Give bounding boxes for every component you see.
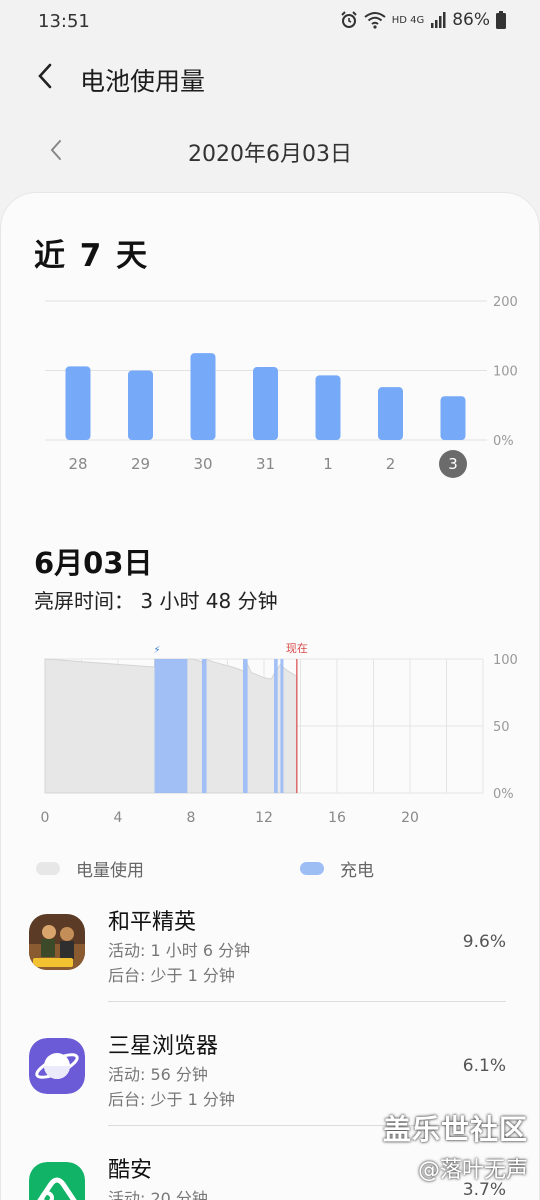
status-icons: HD 4G 86% xyxy=(340,10,506,30)
x-tick-label: 12 xyxy=(255,810,273,826)
y-tick-label: 0% xyxy=(493,787,514,802)
x-tick-label: 16 xyxy=(328,810,346,826)
coolapk-icon xyxy=(29,1162,85,1200)
charging-bolt-icon: ⚡ xyxy=(154,645,161,656)
bar-31 xyxy=(253,367,278,440)
battery-icon xyxy=(496,11,506,29)
app-name: 酷安 xyxy=(108,1158,153,1183)
wifi-icon xyxy=(364,12,386,29)
battery-percent: 86% xyxy=(452,10,490,30)
app-active-time: 活动: 56 分钟 xyxy=(108,1065,208,1084)
y-tick-label: 100 xyxy=(493,653,518,668)
day-title: 6月03日 xyxy=(34,546,153,580)
app-active-time: 活动: 20 分钟 xyxy=(108,1189,208,1200)
app-item-peace-elite[interactable]: 和平精英 活动: 1 小时 6 分钟 后台: 少于 1 分钟 9.6% xyxy=(0,878,540,1002)
app-percent: 9.6% xyxy=(462,932,506,952)
x-tick-label: 20 xyxy=(401,810,419,826)
weekly-usage-chart: 200 100 0% 28 29 30 31 1 2 3 xyxy=(45,295,518,478)
bar-3 xyxy=(440,396,466,440)
status-time: 13:51 xyxy=(38,11,90,32)
charging-interval xyxy=(154,659,188,793)
date-navigator: 2020年6月03日 xyxy=(0,128,540,172)
y-tick-label: 100 xyxy=(493,365,518,380)
app-background-time: 后台: 少于 1 分钟 xyxy=(108,1090,235,1109)
legend-charge-label: 充电 xyxy=(340,860,374,881)
watermark: 盖乐世社区 @落叶无声 xyxy=(383,1108,528,1184)
charging-interval xyxy=(243,659,248,793)
status-bar: 13:51 HD 4G 86% xyxy=(0,0,540,44)
planet-icon xyxy=(29,1038,85,1094)
charge-swatch xyxy=(300,861,324,875)
x-tick-label: 1 xyxy=(323,455,333,473)
app-name: 三星浏览器 xyxy=(108,1034,219,1059)
x-tick-label: 4 xyxy=(114,810,123,826)
week-title: 近 7 天 xyxy=(34,238,150,274)
app-active-time: 活动: 1 小时 6 分钟 xyxy=(108,941,251,960)
selected-date: 2020年6月03日 xyxy=(188,142,352,167)
x-tick-label: 28 xyxy=(68,455,87,473)
charging-interval xyxy=(280,659,284,793)
charging-interval xyxy=(274,659,278,793)
bar-1 xyxy=(315,375,341,440)
charging-interval xyxy=(201,659,207,793)
x-tick-label: 3 xyxy=(448,455,458,473)
y-tick-label: 0% xyxy=(493,434,514,449)
x-tick-label: 8 xyxy=(187,810,196,826)
legend-usage: 电量使用 xyxy=(36,856,144,881)
x-tick-label: 30 xyxy=(193,455,212,473)
app-percent: 6.1% xyxy=(462,1056,506,1076)
legend-charge: 充电 xyxy=(300,856,374,881)
legend-usage-label: 电量使用 xyxy=(76,860,144,881)
back-arrow-icon[interactable] xyxy=(30,60,62,92)
game-icon xyxy=(29,914,85,970)
x-tick-label: 31 xyxy=(256,455,275,473)
now-label: 现在 xyxy=(286,642,308,655)
app-bar: 电池使用量 xyxy=(0,50,540,106)
watermark-line1: 盖乐世社区 xyxy=(382,1113,528,1146)
daily-battery-chart: 100 50 0% ⚡ 现在 0 4 8 12 16 20 xyxy=(41,642,518,826)
network-type-label: HD 4G xyxy=(391,14,425,26)
watermark-line2: @落叶无声 xyxy=(417,1158,528,1183)
y-tick-label: 200 xyxy=(493,295,518,310)
x-tick-label: 2 xyxy=(386,455,396,473)
x-tick-label: 0 xyxy=(41,810,50,826)
bar-30 xyxy=(190,353,216,440)
bar-29 xyxy=(128,370,153,440)
usage-swatch xyxy=(36,861,60,875)
bar-28 xyxy=(65,366,91,440)
screen-time: 亮屏时间： 3 小时 48 分钟 xyxy=(34,589,278,613)
signal-icon xyxy=(431,12,446,28)
y-tick-label: 50 xyxy=(493,720,510,735)
bar-2 xyxy=(378,387,403,440)
app-name: 和平精英 xyxy=(108,910,197,935)
page-title: 电池使用量 xyxy=(80,67,206,96)
alarm-icon xyxy=(340,11,357,28)
app-background-time: 后台: 少于 1 分钟 xyxy=(108,966,235,985)
x-tick-label: 29 xyxy=(131,455,150,473)
